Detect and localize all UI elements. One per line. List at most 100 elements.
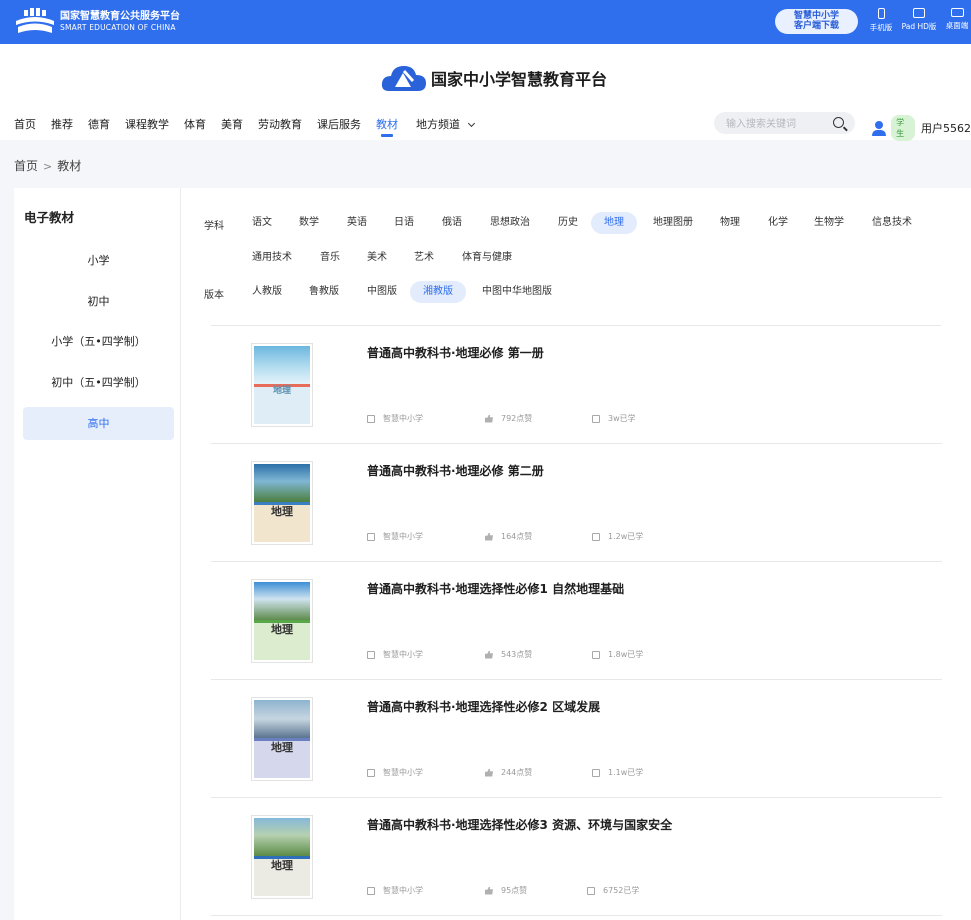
thumbs-up-icon xyxy=(485,414,493,423)
sidebar-item-primary[interactable]: 小学 xyxy=(23,244,174,277)
book-title[interactable]: 普通高中教科书·地理选择性必修1 自然地理基础 xyxy=(367,580,624,597)
book-item[interactable]: 地理 普通高中教科书·地理选择性必修3 资源、环境与国家安全 智慧中小学 95点… xyxy=(211,798,942,916)
subject-chemistry[interactable]: 化学 xyxy=(755,212,801,234)
book-studied-text: 1.2w已学 xyxy=(608,532,644,541)
search-input[interactable] xyxy=(714,113,824,136)
book-cover-title: 地理 xyxy=(271,623,293,636)
subject-art[interactable]: 艺术 xyxy=(401,247,447,269)
device-mobile[interactable]: 手机版 xyxy=(867,8,895,33)
book-cover[interactable]: 地理 xyxy=(251,461,313,545)
client-download-button[interactable]: 智慧中小学 客户端下载 xyxy=(775,9,858,34)
book-studied-text: 1.1w已学 xyxy=(608,768,644,777)
subject-it[interactable]: 信息技术 xyxy=(859,212,925,234)
brand-logo[interactable]: 国家智慧教育公共服务平台 SMART EDUCATION OF CHINA xyxy=(14,6,180,38)
publisher-icon xyxy=(367,886,375,895)
sidebar-item-junior-54[interactable]: 初中（五•四学制） xyxy=(23,366,174,399)
breadcrumb-home[interactable]: 首页 xyxy=(14,159,38,173)
version-lujiao[interactable]: 鲁教版 xyxy=(296,281,352,303)
nav-local-channel[interactable]: 地方频道 xyxy=(416,116,475,132)
nav-textbooks[interactable]: 教材 xyxy=(376,116,398,137)
thumbs-up-icon xyxy=(485,886,493,895)
user-role-badge: 学生 xyxy=(891,115,915,141)
top-bar: 国家智慧教育公共服务平台 SMART EDUCATION OF CHINA 智慧… xyxy=(0,0,971,44)
nav-courses[interactable]: 课程教学 xyxy=(125,116,169,132)
book-item[interactable]: 地理 普通高中教科书·地理选择性必修2 区域发展 智慧中小学 244点赞 1.1… xyxy=(211,680,942,798)
book-publisher: 智慧中小学 xyxy=(367,767,423,778)
nav-home[interactable]: 首页 xyxy=(14,116,36,132)
nav-afterschool[interactable]: 课后服务 xyxy=(317,116,361,132)
book-item[interactable]: 地理 普通高中教科书·地理必修 第一册 智慧中小学 792点赞 3w已学 xyxy=(211,326,942,444)
subject-geo-atlas[interactable]: 地理图册 xyxy=(640,212,706,234)
breadcrumb-current: 教材 xyxy=(57,159,82,173)
nav-arts[interactable]: 美育 xyxy=(221,116,243,132)
nav-labor[interactable]: 劳动教育 xyxy=(258,116,302,132)
subject-math[interactable]: 数学 xyxy=(286,212,332,234)
book-cover[interactable]: 地理 xyxy=(251,697,313,781)
platform-logo[interactable]: 国家中小学智慧教育平台 xyxy=(381,60,607,96)
version-filter-label: 版本 xyxy=(204,290,224,301)
nav-moral[interactable]: 德育 xyxy=(88,116,110,132)
book-cover[interactable]: 地理 xyxy=(251,579,313,663)
study-icon xyxy=(592,414,600,423)
book-likes: 95点赞 xyxy=(485,885,527,896)
book-item[interactable]: 地理 普通高中教科书·地理选择性必修1 自然地理基础 智慧中小学 543点赞 1… xyxy=(211,562,942,680)
subject-geography[interactable]: 地理 xyxy=(591,212,637,234)
publisher-icon xyxy=(367,768,375,777)
subject-music[interactable]: 音乐 xyxy=(307,247,353,269)
subject-general-tech[interactable]: 通用技术 xyxy=(239,247,305,269)
subject-physics[interactable]: 物理 xyxy=(707,212,753,234)
thumbs-up-icon xyxy=(485,650,493,659)
device-pad[interactable]: Pad HD版 xyxy=(898,8,940,32)
book-cover[interactable]: 地理 xyxy=(251,343,313,427)
brand-mark-icon xyxy=(14,7,56,37)
device-desktop-label: 桌面端 xyxy=(945,21,969,30)
book-title[interactable]: 普通高中教科书·地理必修 第一册 xyxy=(367,344,544,361)
sidebar-item-junior[interactable]: 初中 xyxy=(23,285,174,318)
book-studied: 1.2w已学 xyxy=(592,531,643,542)
version-zhongtu[interactable]: 中图版 xyxy=(354,281,410,303)
book-cover-title: 地理 xyxy=(272,386,291,396)
book-cover[interactable]: 地理 xyxy=(251,815,313,899)
search-icon[interactable] xyxy=(833,117,844,128)
sidebar-item-primary-54[interactable]: 小学（五•四学制） xyxy=(23,325,174,358)
device-desktop[interactable]: 桌面端 xyxy=(942,8,971,31)
subject-pe-health[interactable]: 体育与健康 xyxy=(449,247,525,269)
book-studied-text: 6752已学 xyxy=(603,886,640,895)
sidebar-item-senior[interactable]: 高中 xyxy=(23,407,174,440)
version-pep[interactable]: 人教版 xyxy=(239,281,295,303)
subject-biology[interactable]: 生物学 xyxy=(801,212,857,234)
tablet-icon xyxy=(913,8,925,18)
book-publisher-text: 智慧中小学 xyxy=(383,414,423,423)
book-item[interactable]: 地理 普通高中教科书·地理必修 第二册 智慧中小学 164点赞 1.2w已学 xyxy=(211,444,942,562)
book-likes: 244点赞 xyxy=(485,767,532,778)
version-zhongtu-atlas[interactable]: 中图中华地图版 xyxy=(469,281,565,303)
book-publisher-text: 智慧中小学 xyxy=(383,886,423,895)
book-title[interactable]: 普通高中教科书·地理选择性必修3 资源、环境与国家安全 xyxy=(367,816,672,833)
subject-english[interactable]: 英语 xyxy=(334,212,380,234)
breadcrumb: 首页 > 教材 xyxy=(14,157,81,174)
subject-politics[interactable]: 思想政治 xyxy=(477,212,543,234)
thumbs-up-icon xyxy=(485,532,493,541)
book-studied: 1.1w已学 xyxy=(592,767,643,778)
user-avatar-icon xyxy=(872,120,887,136)
book-title[interactable]: 普通高中教科书·地理必修 第二册 xyxy=(367,462,544,479)
subject-chinese[interactable]: 语文 xyxy=(239,212,285,234)
book-likes: 543点赞 xyxy=(485,649,532,660)
nav-sports[interactable]: 体育 xyxy=(184,116,206,132)
publisher-icon xyxy=(367,532,375,541)
version-xiangjiao[interactable]: 湘教版 xyxy=(410,281,466,303)
subject-japanese[interactable]: 日语 xyxy=(381,212,427,234)
nav-recommend[interactable]: 推荐 xyxy=(51,116,73,132)
book-publisher-text: 智慧中小学 xyxy=(383,532,423,541)
search-box xyxy=(714,112,855,136)
subject-history[interactable]: 历史 xyxy=(545,212,591,234)
book-title[interactable]: 普通高中教科书·地理选择性必修2 区域发展 xyxy=(367,698,600,715)
book-likes-text: 95点赞 xyxy=(501,886,528,895)
subject-fine-arts[interactable]: 美术 xyxy=(354,247,400,269)
device-pad-label: Pad HD版 xyxy=(901,22,937,31)
subject-russian[interactable]: 俄语 xyxy=(429,212,475,234)
user-menu[interactable]: 学生 用户5562 xyxy=(872,115,971,141)
book-likes-text: 792点赞 xyxy=(501,414,533,423)
thumbs-up-icon xyxy=(485,768,493,777)
brand-name-en: SMART EDUCATION OF CHINA xyxy=(60,23,176,32)
